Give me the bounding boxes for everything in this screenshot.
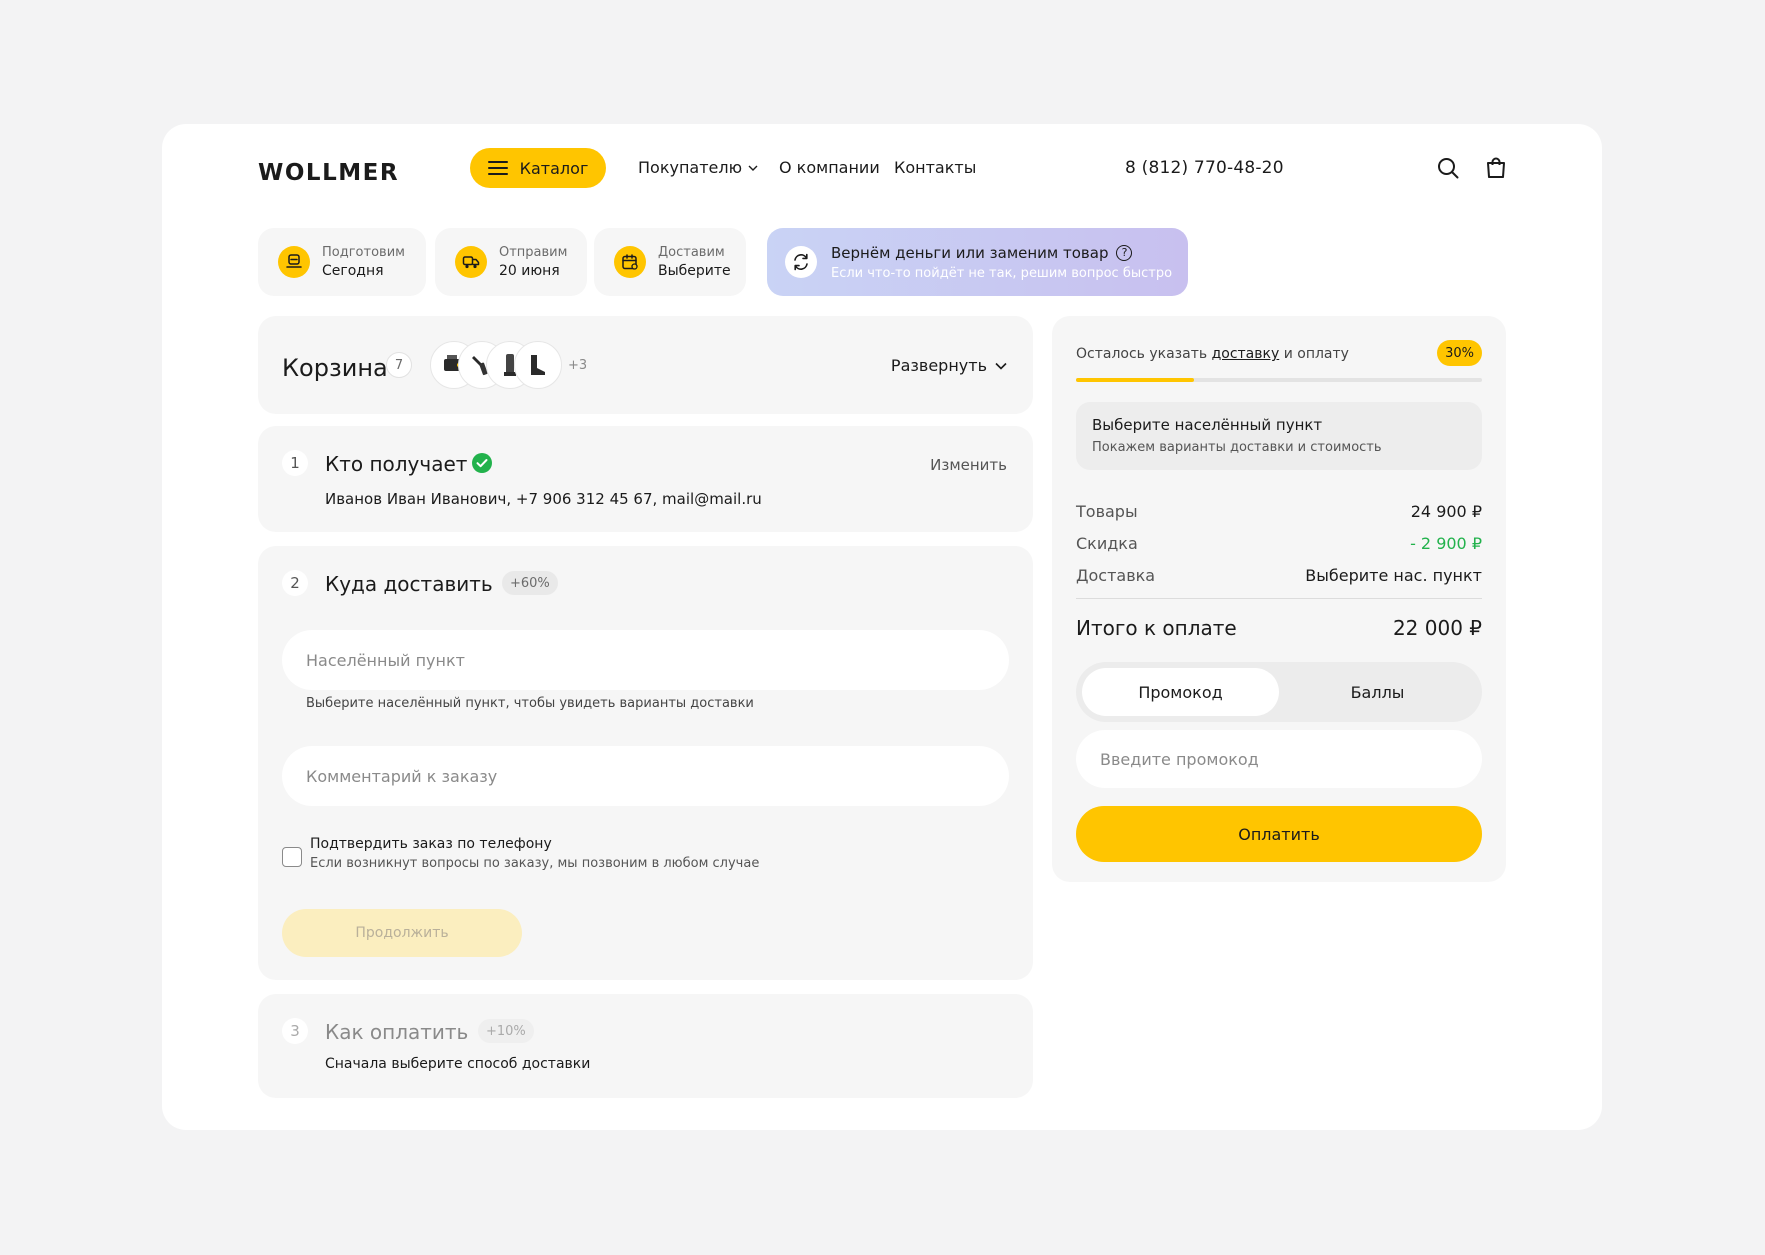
pay-button[interactable]: Оплатить [1076,806,1482,862]
delivery-value: Выберите нас. пункт [1305,566,1482,585]
delivery-label: Доставка [1076,566,1156,585]
progress-percent-badge: 30% [1437,340,1482,366]
chevron-down-icon [748,165,758,171]
nav-buyer-label: Покупателю [638,158,743,177]
catalog-label: Каталог [519,158,589,178]
order-summary: Осталось указать доставку и оплату 30% В… [1052,316,1506,882]
refresh-icon [785,246,817,278]
logo-wordmark: WOLLMER [258,160,399,183]
step-delivery: 2 Куда доставить +60% Выберите населённы… [258,546,1033,980]
cart-title: Корзина [282,354,388,382]
chip-ship: Отправим 20 июня [435,228,587,296]
chip-prepare: Подготовим Сегодня [258,228,426,296]
payment-hint: Сначала выберите способ доставки [325,1056,591,1072]
chip-label: Отправим [499,245,568,260]
catalog-button[interactable]: Каталог [470,148,606,188]
chip-label: Подготовим [322,245,405,260]
step-title: Кто получает [325,452,468,476]
box-icon [278,246,310,278]
locality-card-subtitle: Покажем варианты доставки и стоимость [1092,440,1382,455]
tab-promo[interactable]: Промокод [1082,668,1279,716]
bonus-badge: +10% [478,1019,534,1043]
step-recipient: 1 Кто получает Изменить Иванов Иван Иван… [258,426,1033,532]
locality-card-title: Выберите населённый пункт [1092,416,1323,434]
discount-value: - 2 900 ₽ [1410,534,1482,553]
progress-delivery-link[interactable]: доставку [1212,346,1280,362]
nav-about-label: О компании [779,158,880,177]
bonus-badge: +60% [502,571,558,595]
goods-label: Товары [1076,502,1138,521]
edit-recipient-button[interactable]: Изменить [930,456,1007,474]
locality-input[interactable] [282,630,1009,690]
progress-suffix: и оплату [1279,346,1349,362]
step-payment: 3 Как оплатить +10% Сначала выберите спо… [258,994,1033,1098]
discount-tabs: Промокод Баллы [1076,662,1482,722]
promo-input[interactable] [1076,730,1482,788]
phone-number[interactable]: 8 (812) 770-48-20 [1125,158,1284,178]
refund-banner[interactable]: Вернём деньги или заменим товар ? Если ч… [767,228,1188,296]
progress-prefix: Осталось указать [1076,346,1212,362]
cart-card: Корзина 7 +3 Развернуть [258,316,1033,414]
logo[interactable]: WOLLMER [258,154,408,188]
refund-subtitle: Если что-то пойдёт не так, решим вопрос … [831,265,1173,281]
step-title: Куда доставить [325,572,493,596]
step-number: 2 [282,570,308,596]
total-label: Итого к оплате [1076,616,1237,640]
question-icon[interactable]: ? [1116,244,1133,261]
nav-about[interactable]: О компании [779,158,880,177]
discount-label: Скидка [1076,534,1138,553]
step-number: 1 [282,450,308,476]
chip-value: 20 июня [499,263,560,279]
cart-count-badge: 7 [386,352,412,378]
total-value: 22 000 ₽ [1392,616,1482,640]
choose-locality-card[interactable]: Выберите населённый пункт Покажем вариан… [1076,402,1482,470]
menu-icon [487,161,508,175]
cart-more-count: +3 [568,357,588,373]
confirm-phone-hint: Если возникнут вопросы по заказу, мы поз… [310,856,760,871]
chip-value: Сегодня [322,263,384,279]
expand-label: Развернуть [890,356,987,375]
summary-total: Итого к оплате 22 000 ₽ [1076,616,1482,640]
step-number: 3 [282,1018,308,1044]
nav-buyer[interactable]: Покупателю [638,158,758,177]
chip-label: Доставим [658,245,725,260]
summary-divider [1076,598,1482,599]
expand-cart-button[interactable]: Развернуть [891,356,1007,375]
progress-text: Осталось указать доставку и оплату [1076,346,1349,362]
calendar-icon [614,246,646,278]
truck-icon [455,246,487,278]
summary-row-goods: Товары 24 900 ₽ [1076,502,1482,521]
summary-row-delivery: Доставка Выберите нас. пункт [1076,566,1482,585]
nav-contacts-label: Контакты [894,158,977,177]
checkout-page: WOLLMER Каталог Покупателю О компании Ко… [162,124,1602,1130]
goods-value: 24 900 ₽ [1410,502,1482,521]
svg-text:WOLLMER: WOLLMER [258,160,399,183]
confirm-phone-checkbox[interactable] [282,847,302,867]
refund-title: Вернём деньги или заменим товар [831,243,1109,262]
locality-hint: Выберите населённый пункт, чтобы увидеть… [306,696,754,711]
cart-thumbnails[interactable]: +3 [430,340,587,390]
search-icon [1438,158,1459,179]
continue-button[interactable]: Продолжить [282,909,522,957]
cart-button[interactable] [1482,154,1510,182]
bag-icon [1487,157,1505,178]
recipient-details: Иванов Иван Иванович, +7 906 312 45 67, … [325,490,762,508]
progress-fill [1076,378,1194,382]
step-title: Как оплатить [325,1020,469,1044]
chevron-down-icon [995,362,1007,370]
chip-value: Выберите [658,263,731,279]
product-thumb-saw [514,341,562,389]
search-button[interactable] [1434,154,1462,182]
confirm-phone-label: Подтвердить заказ по телефону [310,836,552,852]
chip-deliver: Доставим Выберите [594,228,746,296]
progress-bar [1076,378,1482,382]
tab-points[interactable]: Баллы [1279,668,1476,716]
nav-contacts[interactable]: Контакты [894,158,976,177]
check-circle-icon [471,452,493,478]
comment-input[interactable] [282,746,1009,806]
summary-row-discount: Скидка - 2 900 ₽ [1076,534,1482,553]
